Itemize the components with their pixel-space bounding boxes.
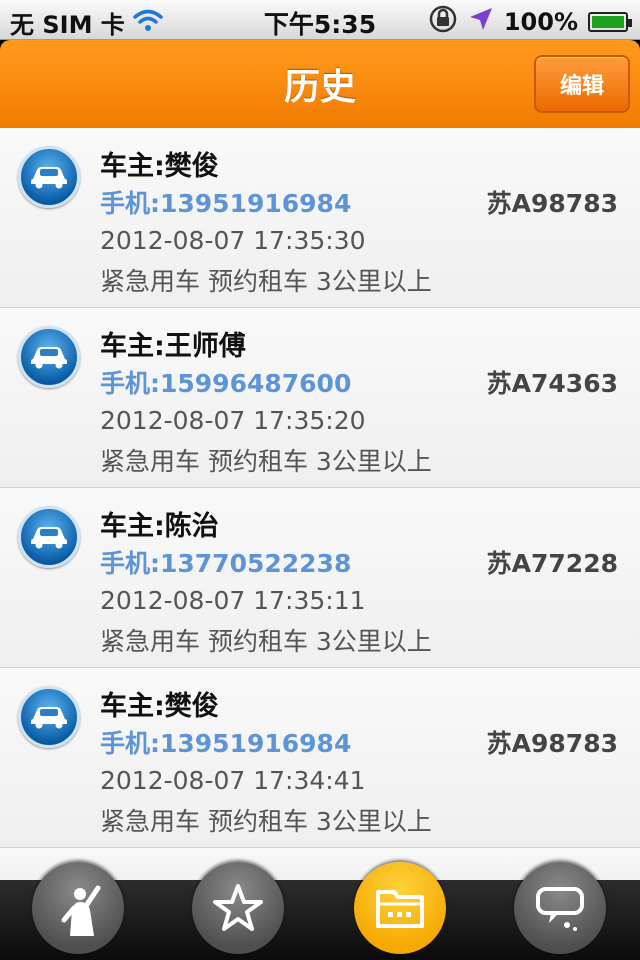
star-icon: [213, 884, 263, 931]
battery-percent: 100%: [503, 8, 578, 36]
owner-name: 车主:陈治: [100, 511, 219, 542]
tab-favorites[interactable]: [192, 862, 284, 954]
record-description: 紧急用车 预约租车 3公里以上: [100, 627, 432, 656]
owner-name: 车主:樊俊: [100, 151, 219, 182]
record-description: 紧急用车 预约租车 3公里以上: [100, 447, 432, 476]
car-icon: [18, 506, 80, 568]
record-description: 紧急用车 预约租车 3公里以上: [100, 267, 432, 296]
record-time: 2012-08-07 17:35:11: [100, 586, 366, 615]
record-description: 紧急用车 预约租车 3公里以上: [100, 807, 432, 836]
tab-messages[interactable]: [514, 862, 606, 954]
plate-number: 苏A98783: [486, 729, 618, 758]
phone-link[interactable]: 手机:13951916984: [100, 724, 351, 760]
history-list[interactable]: 车主:樊俊 手机:13951916984 苏A98783 2012-08-07 …: [0, 128, 640, 880]
car-icon: [18, 326, 80, 388]
nav-bar: 历史 编辑: [0, 40, 640, 128]
phone-link[interactable]: 手机:13951916984: [100, 184, 351, 220]
list-item[interactable]: 车主:陈治 手机:13770522238 苏A77228 2012-08-07 …: [0, 488, 640, 668]
car-icon: [18, 686, 80, 748]
folder-icon: [376, 890, 424, 928]
tab-bar: [0, 862, 640, 960]
phone-link[interactable]: 手机:13770522238: [100, 544, 351, 580]
list-item[interactable]: 车主:樊俊 手机:13951916984 苏A98783 2012-08-07 …: [0, 668, 640, 848]
record-time: 2012-08-07 17:35:20: [100, 406, 366, 435]
record-time: 2012-08-07 17:35:30: [100, 226, 366, 255]
tab-person[interactable]: [32, 862, 124, 954]
status-right: 100%: [428, 5, 632, 39]
list-item[interactable]: 车主:王师傅 手机:15996487600 苏A74363 2012-08-07…: [0, 308, 640, 488]
edit-button[interactable]: 编辑: [534, 55, 630, 113]
plate-number: 苏A77228: [486, 549, 618, 578]
owner-name: 车主:王师傅: [100, 331, 246, 362]
record-time: 2012-08-07 17:34:41: [100, 766, 366, 795]
location-arrow-icon: [468, 6, 494, 38]
rotation-lock-icon: [428, 5, 458, 39]
list-item[interactable]: 车主:樊俊 手机:13951916984 苏A98783 2012-08-07 …: [0, 128, 640, 308]
phone-link[interactable]: 手机:15996487600: [100, 364, 351, 400]
tab-history[interactable]: [354, 862, 446, 954]
person-waving-icon: [61, 885, 101, 936]
car-icon: [18, 146, 80, 208]
plate-number: 苏A98783: [486, 189, 618, 218]
plate-number: 苏A74363: [486, 369, 618, 398]
status-bar: 无 SIM 卡 下午5:35 100%: [0, 0, 640, 40]
speech-bubble-icon: [536, 887, 584, 931]
owner-name: 车主:樊俊: [100, 691, 219, 722]
battery-icon: [588, 12, 632, 32]
